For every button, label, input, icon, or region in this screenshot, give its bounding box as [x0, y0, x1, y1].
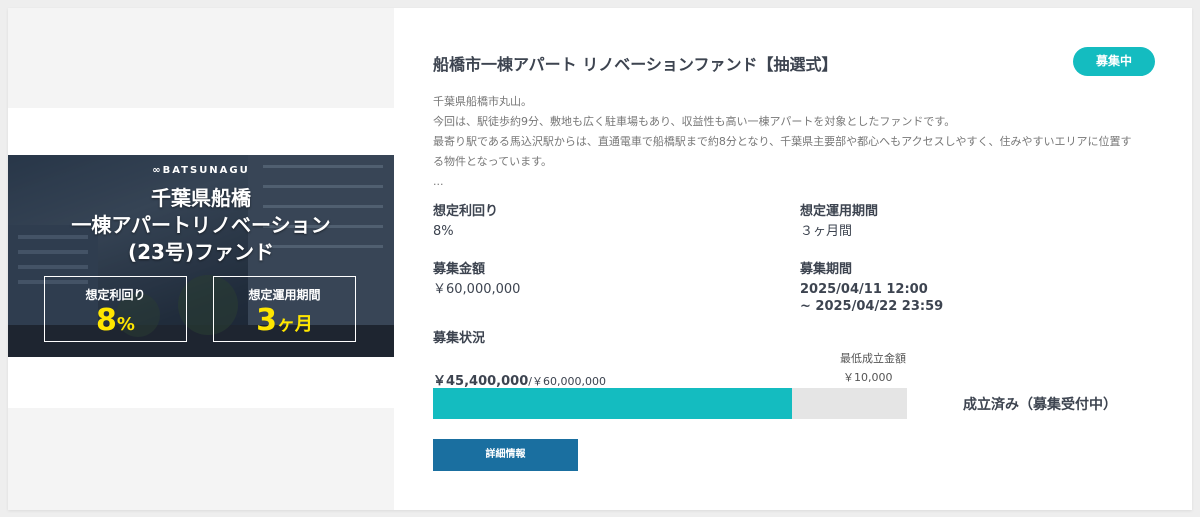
- raised-value: ￥45,400,000: [433, 374, 529, 389]
- image-pane: ∞BATSUNAGU 千葉県船橋 一棟アパートリノベーション (23号)ファンド…: [8, 8, 394, 510]
- yield-value: 8%: [433, 224, 454, 239]
- recruit-period-end: ~ 2025/04/22 23:59: [800, 299, 944, 314]
- progress-fill: [433, 388, 792, 419]
- hero-period-value: 3ヶ月: [256, 303, 313, 338]
- hero-title-line: (23号)ファンド: [127, 240, 275, 264]
- description-line: 今回は、駅徒歩約9分、敷地も広く駐車場もあり、収益性も高い一棟アパートを対象とし…: [433, 115, 956, 128]
- amount-label: 募集金額: [433, 262, 486, 277]
- hero-period-box: 想定運用期間 3ヶ月: [213, 276, 356, 342]
- recruit-period-label: 募集期間: [800, 262, 853, 277]
- detail-button[interactable]: 詳細情報: [433, 439, 578, 471]
- description-line: る物件となっています。: [433, 155, 553, 168]
- hero-title-line: 一棟アパートリノベーション: [71, 213, 331, 237]
- result-status: 成立済み（募集受付中）: [963, 397, 1117, 413]
- min-amount-label: 最低成立金額: [840, 352, 906, 365]
- fund-title[interactable]: 船橋市一棟アパート リノベーションファンド【抽選式】: [433, 51, 837, 75]
- recruit-period-start: 2025/04/11 12:00: [800, 282, 928, 297]
- description-line: 千葉県船橋市丸山。: [433, 95, 532, 108]
- hero-yield-value: 8%: [96, 303, 135, 338]
- hero-title: 千葉県船橋 一棟アパートリノベーション (23号)ファンド: [8, 185, 394, 266]
- fund-card: ∞BATSUNAGU 千葉県船橋 一棟アパートリノベーション (23号)ファンド…: [8, 8, 1192, 510]
- raised-amount: ￥45,400,000/￥60,000,000: [433, 370, 606, 389]
- hero-yield-label: 想定利回り: [85, 288, 146, 302]
- hero-yield-box: 想定利回り 8%: [44, 276, 187, 342]
- yield-label: 想定利回り: [433, 204, 499, 219]
- amount-value: ￥60,000,000: [433, 282, 521, 297]
- description-line: ...: [433, 175, 444, 188]
- target-value: /￥60,000,000: [528, 375, 606, 388]
- min-amount-value: ￥10,000: [843, 371, 893, 384]
- period-label: 想定運用期間: [800, 204, 879, 219]
- recruit-status-label: 募集状況: [433, 331, 486, 346]
- fund-description: 千葉県船橋市丸山。 今回は、駅徒歩約9分、敷地も広く駐車場もあり、収益性も高い一…: [433, 92, 1163, 192]
- period-value: ３ヶ月間: [800, 224, 853, 239]
- fund-hero-image[interactable]: ∞BATSUNAGU 千葉県船橋 一棟アパートリノベーション (23号)ファンド…: [8, 155, 394, 357]
- status-badge: 募集中: [1073, 47, 1155, 76]
- hero-title-line: 千葉県船橋: [151, 186, 251, 210]
- fund-info: 船橋市一棟アパート リノベーションファンド【抽選式】 募集中 千葉県船橋市丸山。…: [433, 8, 1173, 510]
- brand-logo: ∞BATSUNAGU: [152, 165, 250, 176]
- description-line: 最寄り駅である馬込沢駅からは、直通電車で船橋駅まで約8分となり、千葉県主要部や都…: [433, 135, 1132, 148]
- hero-period-label: 想定運用期間: [248, 288, 321, 302]
- progress-bar: [433, 388, 907, 419]
